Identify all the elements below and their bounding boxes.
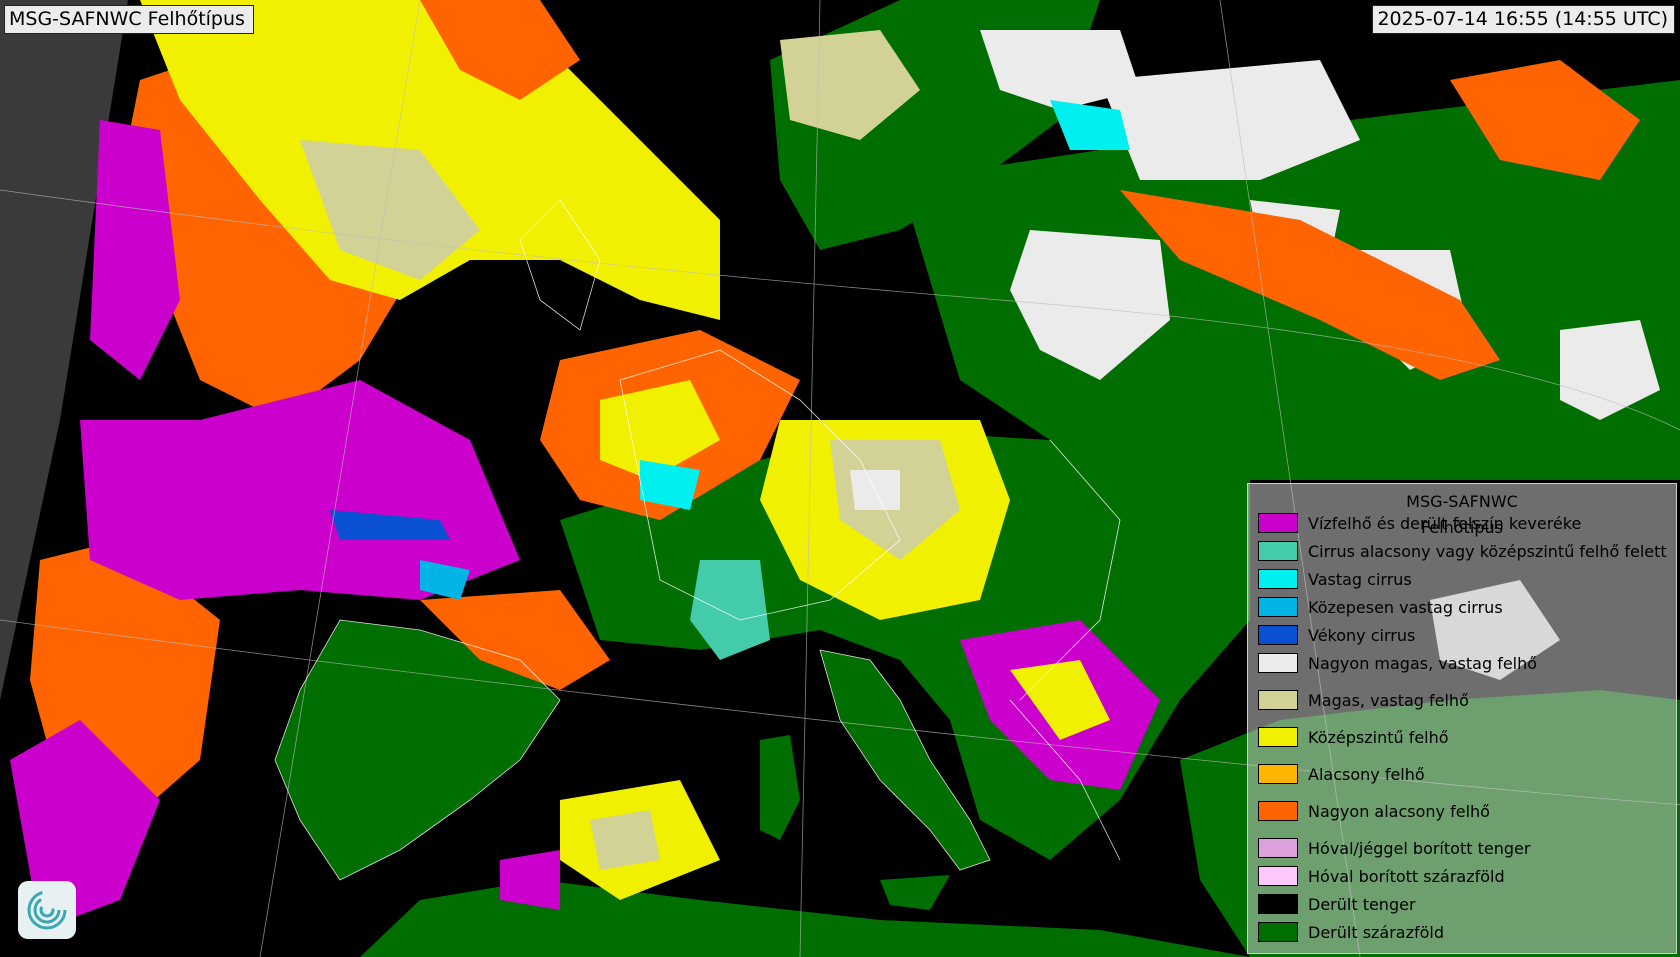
legend-swatch [1258, 625, 1298, 645]
legend-label: Vízfelhő és derült felszín keveréke [1308, 513, 1582, 533]
legend-label: Nagyon alacsony felhő [1308, 801, 1490, 821]
legend-swatch [1258, 727, 1298, 747]
legend-swatch [1258, 764, 1298, 784]
legend-swatch [1258, 866, 1298, 886]
swirl-logo-icon [18, 881, 76, 939]
map-legend: MSG-SAFNWC Felhőtípus Vízfelhő és derült… [1247, 483, 1677, 954]
legend-label: Vékony cirrus [1308, 625, 1416, 645]
legend-item: Magas, vastag felhő [1258, 689, 1469, 711]
legend-item: Hóval/jéggel borított tenger [1258, 837, 1530, 859]
legend-item: Középszintű felhő [1258, 726, 1449, 748]
legend-label: Középszintű felhő [1308, 727, 1449, 747]
legend-item: Cirrus alacsony vagy középszintű felhő f… [1258, 540, 1667, 562]
legend-title-line1: MSG-SAFNWC [1406, 492, 1518, 511]
legend-item: Vastag cirrus [1258, 568, 1412, 590]
map-title: MSG-SAFNWC Felhőtípus [4, 5, 254, 34]
legend-swatch [1258, 513, 1298, 533]
legend-label: Alacsony felhő [1308, 764, 1425, 784]
legend-label: Magas, vastag felhő [1308, 690, 1469, 710]
map-timestamp: 2025-07-14 16:55 (14:55 UTC) [1372, 5, 1675, 34]
legend-item: Nagyon alacsony felhő [1258, 800, 1490, 822]
legend-label: Derült tenger [1308, 894, 1416, 914]
legend-swatch [1258, 653, 1298, 673]
legend-item: Alacsony felhő [1258, 763, 1425, 785]
legend-label: Közepesen vastag cirrus [1308, 597, 1503, 617]
legend-label: Cirrus alacsony vagy középszintű felhő f… [1308, 541, 1667, 561]
legend-item: Derült tenger [1258, 893, 1416, 915]
legend-swatch [1258, 801, 1298, 821]
legend-item: Közepesen vastag cirrus [1258, 596, 1503, 618]
legend-swatch [1258, 541, 1298, 561]
legend-item: Hóval borított szárazföld [1258, 865, 1505, 887]
legend-swatch [1258, 569, 1298, 589]
legend-label: Derült szárazföld [1308, 922, 1445, 942]
legend-item: Vízfelhő és derült felszín keveréke [1258, 512, 1581, 534]
legend-label: Hóval/jéggel borított tenger [1308, 838, 1531, 858]
legend-swatch [1258, 894, 1298, 914]
legend-label: Hóval borított szárazföld [1308, 866, 1505, 886]
legend-swatch [1258, 597, 1298, 617]
legend-swatch [1258, 690, 1298, 710]
legend-swatch [1258, 922, 1298, 942]
legend-swatch [1258, 838, 1298, 858]
legend-item: Nagyon magas, vastag felhő [1258, 652, 1537, 674]
legend-item: Vékony cirrus [1258, 624, 1415, 646]
legend-label: Vastag cirrus [1308, 569, 1412, 589]
legend-label: Nagyon magas, vastag felhő [1308, 653, 1538, 673]
legend-item: Derült szárazföld [1258, 921, 1444, 943]
